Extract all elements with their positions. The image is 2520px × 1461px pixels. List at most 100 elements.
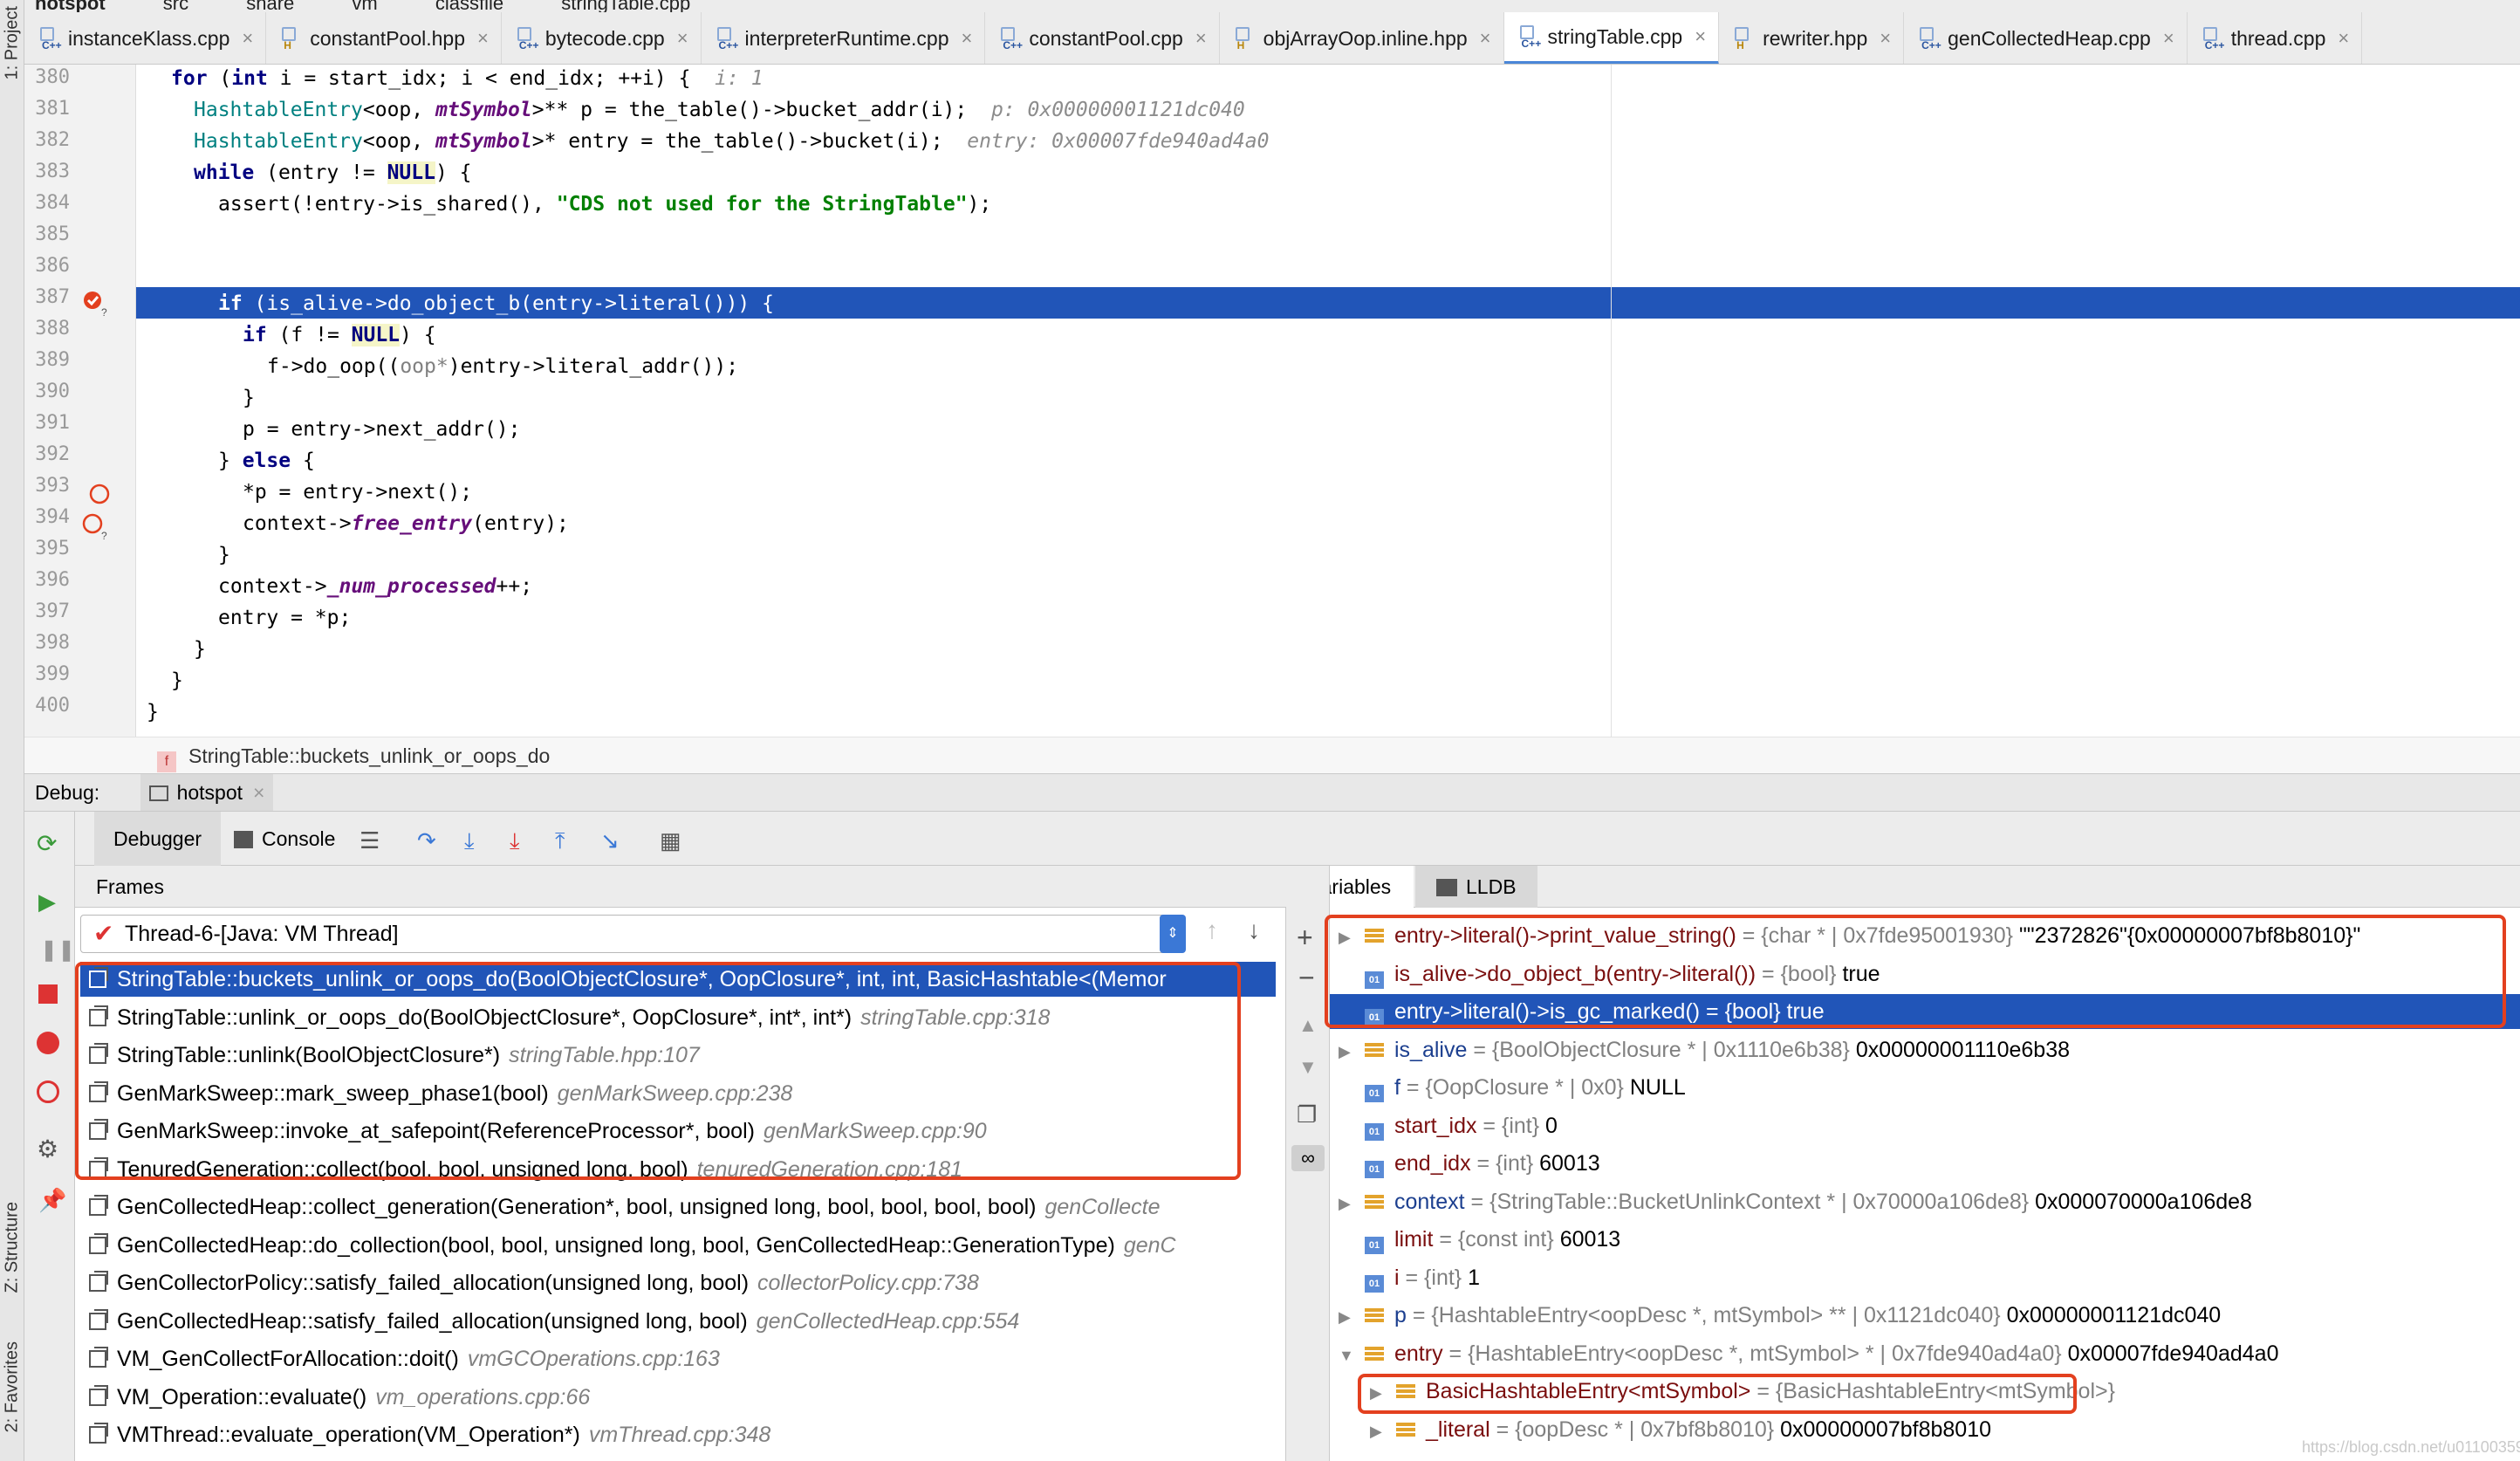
tab-lldb[interactable]: LLDB xyxy=(1415,866,1537,908)
stack-frame[interactable]: StringTable::unlink_or_oops_do(BoolObjec… xyxy=(89,1000,1284,1035)
variable-row[interactable]: ▶ context = {StringTable::BucketUnlinkCon… xyxy=(1330,1184,2520,1219)
stack-frame[interactable]: VMThread::evaluate_operation(VM_Operatio… xyxy=(89,1417,1284,1452)
tab-bytecode-cpp[interactable]: C++ bytecode.cpp × xyxy=(502,12,702,64)
variable-row[interactable]: ▶ p = {HashtableEntry<oopDesc *, mtSymbol… xyxy=(1330,1298,2520,1333)
close-icon[interactable]: × xyxy=(477,27,489,50)
force-step-into-icon[interactable]: ⤓ xyxy=(510,827,520,855)
stack-frame[interactable]: StringTable::unlink(BoolObjectClosure*) s… xyxy=(89,1038,1284,1073)
variable-row[interactable]: 01 limit = {const int} 60013 xyxy=(1330,1222,2520,1257)
expand-icon[interactable]: ▶ xyxy=(1339,1300,1354,1334)
variable-row[interactable]: ▼ entry = {HashtableEntry<oopDesc *, mtSy… xyxy=(1330,1336,2520,1371)
expand-icon[interactable]: ▶ xyxy=(1370,1414,1386,1449)
remove-watch-icon[interactable]: − xyxy=(1298,962,1315,994)
close-icon[interactable]: × xyxy=(2338,27,2349,50)
tab-rewriter-hpp[interactable]: Hrewriter.hpp × xyxy=(1719,12,1905,64)
debug-session-tab[interactable]: hotspot × xyxy=(140,774,274,811)
variable-row[interactable]: 01 f = {OopClosure * | 0x0} NULL xyxy=(1330,1070,2520,1105)
tab-interpreterruntime-cpp[interactable]: C++ interpreterRuntime.cpp × xyxy=(702,12,986,64)
expand-icon[interactable]: ▶ xyxy=(1339,1034,1354,1069)
close-icon[interactable]: × xyxy=(242,27,253,50)
structure-tool-button[interactable]: Z: Structure xyxy=(3,1202,23,1293)
line-number: 386 xyxy=(35,255,70,277)
view-breakpoints-icon[interactable] xyxy=(37,1032,59,1054)
tab-instanceklass-cpp[interactable]: C++ instanceKlass.cpp × xyxy=(24,12,267,64)
variable-row[interactable]: 01 end_idx = {int} 60013 xyxy=(1330,1146,2520,1181)
evaluate-icon[interactable]: ▦ xyxy=(660,827,681,854)
close-icon[interactable]: × xyxy=(2163,27,2174,50)
step-over-icon[interactable]: ↷ xyxy=(417,827,436,854)
copy-icon[interactable]: ❐ xyxy=(1297,1101,1317,1128)
tab-stringtable-cpp[interactable]: C++ stringTable.cpp × xyxy=(1503,12,1720,64)
step-into-icon[interactable]: ⤓ xyxy=(464,827,475,855)
next-frame-icon[interactable]: ↓ xyxy=(1248,916,1260,944)
stack-frame[interactable]: GenMarkSweep::invoke_at_safepoint(Refere… xyxy=(89,1114,1284,1149)
resume-icon[interactable]: ▶ xyxy=(38,888,56,916)
stack-frame[interactable]: StringTable::buckets_unlink_or_oops_do(B… xyxy=(80,962,1276,997)
stack-frame[interactable]: GenCollectedHeap::satisfy_failed_allocat… xyxy=(89,1304,1284,1339)
close-icon[interactable]: × xyxy=(962,27,973,50)
close-icon[interactable]: × xyxy=(1695,25,1706,48)
move-up-icon[interactable]: ▲ xyxy=(1298,1014,1318,1037)
project-tool-button[interactable]: 1: Project xyxy=(3,6,23,79)
favorites-tool-button[interactable]: 2: Favorites xyxy=(3,1341,23,1432)
close-icon[interactable]: × xyxy=(1480,27,1491,50)
function-breadcrumb[interactable]: f StringTable::buckets_unlink_or_oops_do xyxy=(24,737,2520,773)
collapse-icon[interactable]: ▼ xyxy=(1339,1338,1354,1373)
breakpoint-icon[interactable]: ? xyxy=(80,288,112,319)
breadcrumb-item[interactable]: classfile xyxy=(435,0,503,12)
variable-row[interactable]: 01 start_idx = {int} 0 xyxy=(1330,1108,2520,1143)
stack-frame[interactable]: VMThread::loop()vmThread.cpp:470 xyxy=(89,1456,1284,1461)
tab-constantpool-cpp[interactable]: C++ constantPool.cpp × xyxy=(985,12,1220,64)
breadcrumb-item[interactable]: share xyxy=(246,0,294,12)
variable-row[interactable]: ▶ BasicHashtableEntry<mtSymbol> = {BasicH… xyxy=(1330,1374,2520,1409)
code-editor[interactable]: for (int i = start_idx; i < end_idx; ++i… xyxy=(136,65,2520,737)
close-icon[interactable]: × xyxy=(677,27,688,50)
stack-frame[interactable]: TenuredGeneration::collect(bool, bool, u… xyxy=(89,1152,1284,1187)
variable-row[interactable]: ▶ is_alive = {BoolObjectClosure * | 0x111… xyxy=(1330,1032,2520,1067)
menu-icon[interactable]: ☰ xyxy=(360,827,380,854)
breadcrumb-item[interactable]: hotspot xyxy=(35,0,106,12)
stack-frame[interactable]: GenCollectedHeap::do_collection(bool, bo… xyxy=(89,1228,1284,1263)
step-out-icon[interactable]: ⤒ xyxy=(555,827,565,855)
close-icon[interactable]: × xyxy=(1195,27,1207,50)
breakpoint-icon[interactable] xyxy=(87,482,113,508)
variable-row[interactable]: ▶ entry->literal()->print_value_string() … xyxy=(1330,918,2520,953)
expand-icon[interactable]: ▶ xyxy=(1339,920,1354,955)
tab-thread-cpp[interactable]: C++ thread.cpp × xyxy=(2188,12,2363,64)
close-icon[interactable]: × xyxy=(253,781,264,804)
pin-icon[interactable]: 📌 xyxy=(38,1187,66,1214)
thread-selector[interactable]: ✔ Thread-6-[Java: VM Thread] ⇕ xyxy=(80,915,1186,953)
watches-toggle-icon[interactable]: ∞ xyxy=(1291,1145,1325,1171)
run-to-cursor-icon[interactable]: ↘ xyxy=(600,827,620,854)
close-icon[interactable]: × xyxy=(1880,27,1891,50)
breakpoint-icon[interactable]: ? xyxy=(80,511,112,543)
tab-objarrayoop-inline-hpp[interactable]: HobjArrayOop.inline.hpp × xyxy=(1220,12,1504,64)
expand-icon[interactable]: ▶ xyxy=(1339,1186,1354,1221)
previous-frame-icon[interactable]: ↑ xyxy=(1206,916,1218,944)
mute-breakpoints-icon[interactable] xyxy=(37,1080,59,1103)
settings-icon[interactable]: ⚙ xyxy=(37,1135,58,1163)
stack-frame[interactable]: GenCollectorPolicy::satisfy_failed_alloc… xyxy=(89,1266,1284,1300)
tab-constantpool-hpp[interactable]: HconstantPool.hpp × xyxy=(266,12,502,64)
stack-frame[interactable]: VM_GenCollectForAllocation::doit() vmGCOp… xyxy=(89,1341,1284,1376)
chevron-down-icon[interactable]: ⇕ xyxy=(1160,915,1186,953)
rerun-icon[interactable]: ⟳ xyxy=(37,829,57,858)
tab-debugger[interactable]: Debugger xyxy=(94,812,222,866)
stop-icon[interactable] xyxy=(38,984,58,1004)
variable-row[interactable]: 01 is_alive->do_object_b(entry->literal()… xyxy=(1330,957,2520,991)
move-down-icon[interactable]: ▼ xyxy=(1298,1056,1318,1079)
breadcrumb-item[interactable]: vm xyxy=(352,0,377,12)
add-watch-icon[interactable]: + xyxy=(1297,922,1313,954)
stack-frame[interactable]: VM_Operation::evaluate() vm_operations.cp… xyxy=(89,1380,1284,1415)
stack-frame[interactable]: GenCollectedHeap::collect_generation(Gen… xyxy=(89,1190,1284,1224)
breadcrumb-item[interactable]: src xyxy=(163,0,188,12)
breadcrumb-item[interactable]: stringTable.cpp xyxy=(561,0,690,12)
expand-icon[interactable]: ▶ xyxy=(1370,1375,1386,1410)
variable-row[interactable]: 01 i = {int} 1 xyxy=(1330,1260,2520,1295)
stack-frame[interactable]: GenMarkSweep::mark_sweep_phase1(bool) gen… xyxy=(89,1076,1284,1111)
pause-icon[interactable]: ❚❚ xyxy=(40,937,75,963)
variable-row[interactable]: 01 entry->literal()->is_gc_marked() = {bo… xyxy=(1330,994,2520,1029)
tab-console[interactable]: Console xyxy=(234,812,335,866)
tab-gencollectedheap-cpp[interactable]: C++ genCollectedHeap.cpp × xyxy=(1904,12,2188,64)
editor-gutter[interactable]: 380 381 382 383 384 385 386 387 388 389 390 391 392 3… xyxy=(24,65,136,737)
